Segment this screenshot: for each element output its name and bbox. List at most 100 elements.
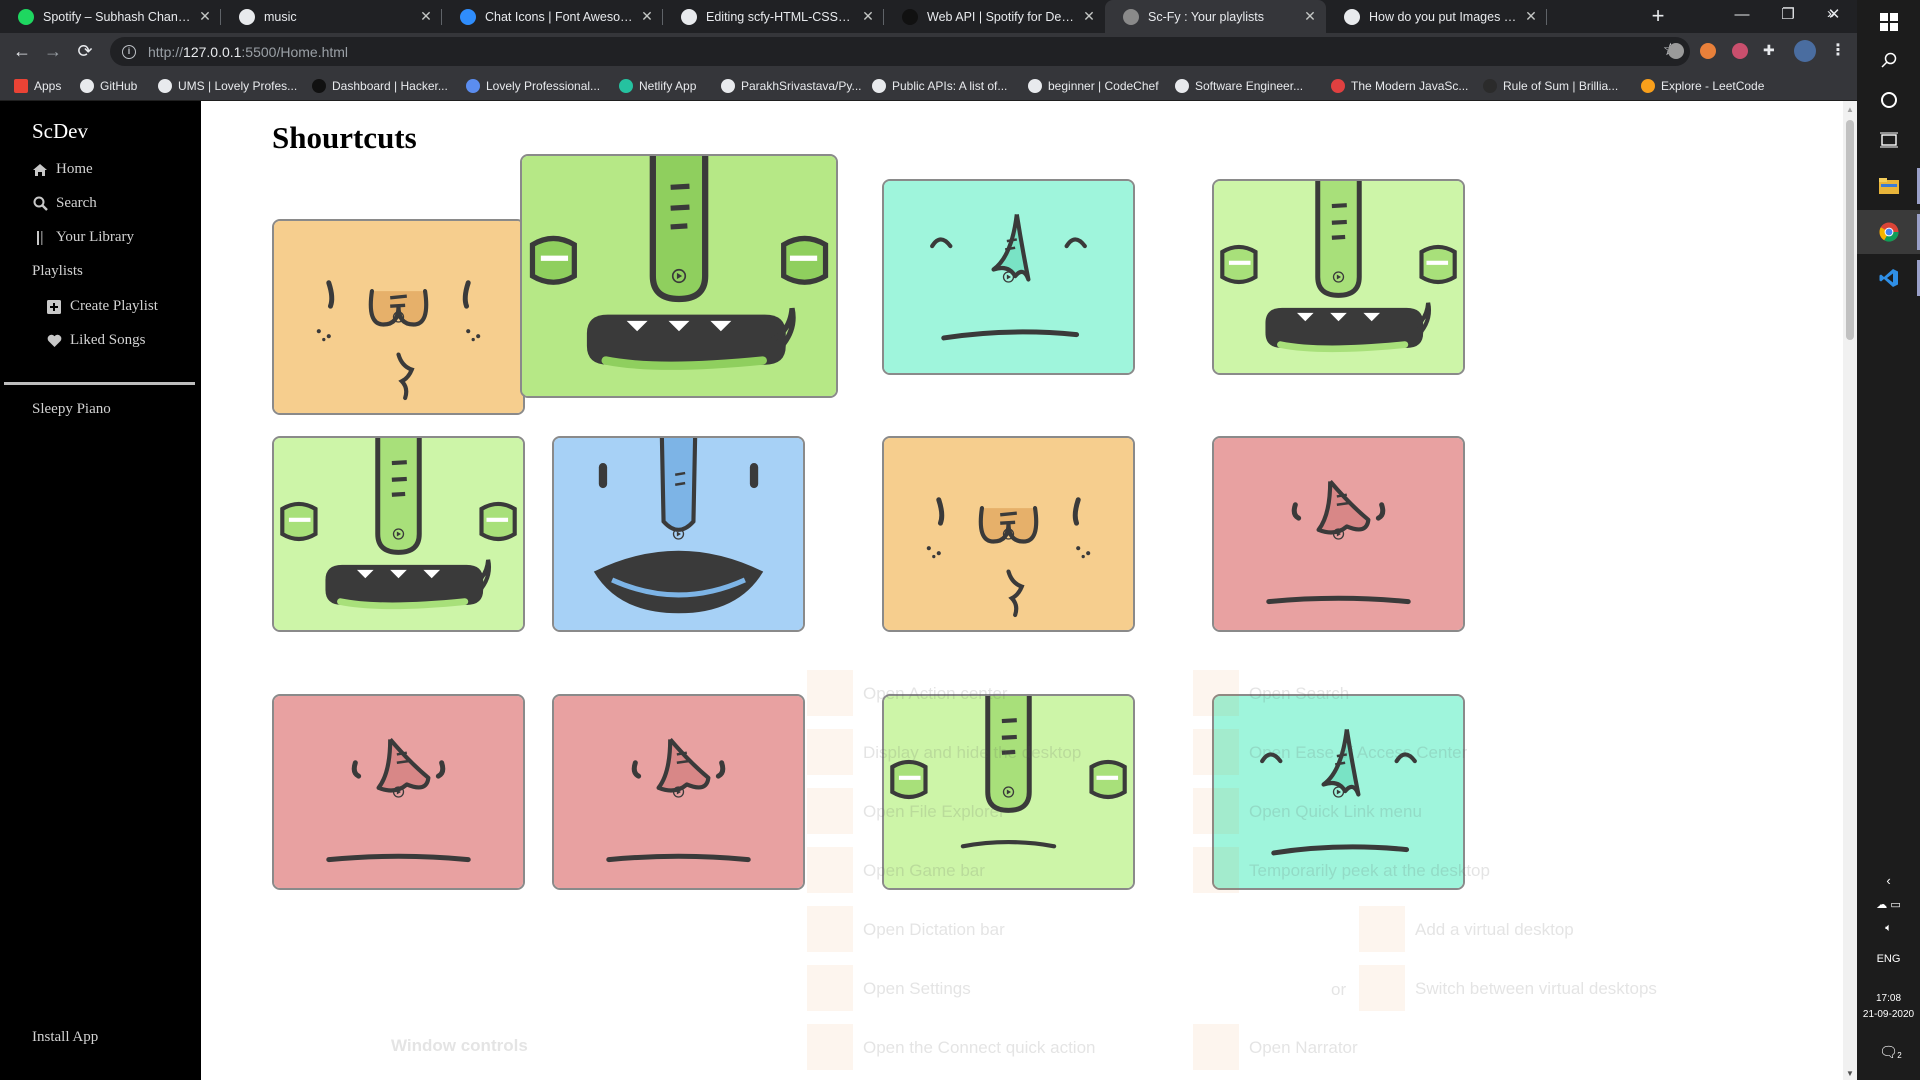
clock-time[interactable]: 17:08 bbox=[1857, 993, 1920, 1004]
netlify-icon bbox=[619, 78, 633, 93]
brand-logo-text[interactable]: ScDev bbox=[32, 119, 88, 144]
install-app-button[interactable]: Install App bbox=[32, 1029, 98, 1046]
minimize-button[interactable]: — bbox=[1719, 0, 1765, 33]
extension-pink-icon[interactable] bbox=[1732, 43, 1748, 59]
search-icon[interactable] bbox=[1857, 38, 1920, 82]
create-playlist-button[interactable]: Create Playlist bbox=[46, 298, 158, 315]
site-info-icon[interactable]: i bbox=[122, 44, 136, 59]
back-button[interactable]: ← bbox=[11, 41, 33, 63]
shortcut-card[interactable] bbox=[1212, 179, 1465, 375]
github-icon bbox=[681, 8, 697, 25]
tab-3[interactable]: Editing scfy-HTML-CSS-Javascri ✕ bbox=[663, 0, 884, 33]
github-icon bbox=[1344, 8, 1360, 25]
bookmark-9[interactable]: Software Engineer... bbox=[1175, 70, 1303, 101]
playlist-item[interactable]: Sleepy Piano bbox=[32, 401, 111, 418]
bookmark-0[interactable]: Apps bbox=[14, 70, 61, 101]
chevron-up-icon[interactable]: ‹ bbox=[1857, 873, 1920, 888]
language-indicator[interactable]: ENG bbox=[1857, 953, 1920, 965]
tab-0[interactable]: Spotify – Subhash Chandra ✕ bbox=[0, 0, 221, 33]
tab-1[interactable]: music ✕ bbox=[221, 0, 442, 33]
ghost-key-badge bbox=[807, 906, 853, 952]
forward-button[interactable]: → bbox=[42, 41, 64, 63]
new-tab-button[interactable]: + bbox=[1645, 4, 1671, 30]
extension-orange-icon[interactable] bbox=[1700, 43, 1716, 59]
bookmark-8[interactable]: beginner | CodeChef bbox=[1028, 70, 1159, 101]
ghost-shortcut-label: Open Narrator bbox=[1249, 1038, 1358, 1057]
bookmark-6[interactable]: ParakhSrivastava/Py... bbox=[721, 70, 862, 101]
ums-icon bbox=[158, 78, 172, 93]
face-artwork-image bbox=[884, 181, 1133, 373]
liked-songs-button[interactable]: Liked Songs bbox=[46, 332, 145, 349]
face-artwork-image bbox=[274, 696, 523, 888]
scroll-down-arrow-icon[interactable]: ▼ bbox=[1846, 1069, 1854, 1078]
close-tab-icon[interactable]: ✕ bbox=[1523, 8, 1539, 25]
cortana-icon[interactable] bbox=[1857, 78, 1920, 122]
tab-4[interactable]: Web API | Spotify for Developer ✕ bbox=[884, 0, 1105, 33]
bookmark-7[interactable]: Public APIs: A list of... bbox=[872, 70, 1007, 101]
scroll-up-arrow-icon[interactable]: ▲ bbox=[1846, 105, 1854, 114]
tab-2[interactable]: Chat Icons | Font Awesome ✕ bbox=[442, 0, 663, 33]
tab-6[interactable]: How do you put Images on the ✕ bbox=[1326, 0, 1547, 33]
extension-gray-icon[interactable] bbox=[1668, 43, 1684, 59]
browser-menu-icon[interactable]: ⋮ bbox=[1830, 40, 1846, 60]
bookmark-12[interactable]: Explore - LeetCode bbox=[1641, 70, 1764, 101]
leetcode-icon bbox=[1641, 78, 1655, 93]
close-tab-icon[interactable]: ✕ bbox=[860, 8, 876, 25]
shortcut-card[interactable] bbox=[882, 436, 1135, 632]
vscode-icon[interactable] bbox=[1857, 256, 1920, 300]
bookmark-2[interactable]: UMS | Lovely Profes... bbox=[158, 70, 297, 101]
shortcut-card[interactable] bbox=[272, 436, 525, 632]
bookmark-3[interactable]: Dashboard | Hacker... bbox=[312, 70, 448, 101]
onedrive-battery-icons[interactable]: ☁ ▭ bbox=[1857, 898, 1920, 911]
tab-5[interactable]: Sc-Fy : Your playlists ✕ bbox=[1105, 0, 1326, 33]
bookmark-label: beginner | CodeChef bbox=[1048, 78, 1159, 93]
scrollbar-thumb[interactable] bbox=[1846, 120, 1854, 340]
bookmark-label: Netlify App bbox=[639, 78, 697, 93]
chrome-icon[interactable] bbox=[1857, 210, 1920, 254]
plus-square-icon bbox=[46, 299, 62, 315]
extensions-puzzle-icon[interactable]: ✚ bbox=[1763, 43, 1779, 59]
ghost-key-badge bbox=[807, 1024, 853, 1070]
ghost-shortcut-label: Open Action center bbox=[863, 684, 1008, 703]
apps-grid-icon bbox=[14, 78, 28, 93]
shortcut-card[interactable] bbox=[1212, 436, 1465, 632]
shortcut-card[interactable] bbox=[520, 154, 838, 398]
shortcut-card[interactable] bbox=[272, 694, 525, 890]
bookmark-11[interactable]: Rule of Sum | Brillia... bbox=[1483, 70, 1618, 101]
lpu-icon bbox=[466, 78, 480, 93]
task-view-icon[interactable] bbox=[1857, 118, 1920, 162]
shortcut-card[interactable] bbox=[882, 179, 1135, 375]
address-bar[interactable]: i http://127.0.0.1:5500/Home.html ☆ bbox=[110, 37, 1690, 66]
profile-avatar[interactable] bbox=[1794, 40, 1816, 62]
volume-icon[interactable]: 🔈︎ bbox=[1857, 922, 1920, 935]
bookmarks-overflow-button[interactable]: » bbox=[1827, 5, 1835, 22]
sidebar: ScDev Home Search Your Library Playlists… bbox=[0, 101, 201, 1080]
close-tab-icon[interactable]: ✕ bbox=[418, 8, 434, 25]
ghost-section-heading: Window controls bbox=[391, 1036, 528, 1055]
clock-date[interactable]: 21-09-2020 bbox=[1857, 1009, 1920, 1020]
nav-search[interactable]: Search bbox=[32, 195, 97, 212]
shortcut-card[interactable] bbox=[552, 694, 805, 890]
shortcut-card[interactable] bbox=[272, 219, 525, 415]
page-scrollbar[interactable]: ▲ ▼ bbox=[1843, 101, 1857, 1080]
ghost-shortcut-label: Open Dictation bar bbox=[863, 920, 1005, 939]
tab-title: Spotify – Subhash Chandra bbox=[43, 9, 191, 24]
nav-library[interactable]: Your Library bbox=[32, 229, 134, 246]
bookmark-label: Public APIs: A list of... bbox=[892, 78, 1008, 93]
bookmark-4[interactable]: Lovely Professional... bbox=[466, 70, 600, 101]
bookmark-1[interactable]: GitHub bbox=[80, 70, 137, 101]
close-tab-icon[interactable]: ✕ bbox=[639, 8, 655, 25]
close-tab-icon[interactable]: ✕ bbox=[197, 8, 213, 25]
nav-home[interactable]: Home bbox=[32, 161, 93, 178]
codechef-icon bbox=[1028, 78, 1042, 93]
restore-button[interactable]: ❐ bbox=[1765, 0, 1811, 33]
close-tab-icon[interactable]: ✕ bbox=[1302, 8, 1318, 25]
bookmark-5[interactable]: Netlify App bbox=[619, 70, 696, 101]
ghost-shortcut-label: Open the Connect quick action bbox=[863, 1038, 1096, 1057]
hackerearth-icon bbox=[312, 78, 326, 93]
bookmark-10[interactable]: The Modern JavaSc... bbox=[1331, 70, 1468, 101]
close-tab-icon[interactable]: ✕ bbox=[1081, 8, 1097, 25]
shortcut-card[interactable] bbox=[552, 436, 805, 632]
reload-button[interactable]: ⟳ bbox=[74, 41, 96, 63]
file-explorer-icon[interactable] bbox=[1857, 164, 1920, 208]
